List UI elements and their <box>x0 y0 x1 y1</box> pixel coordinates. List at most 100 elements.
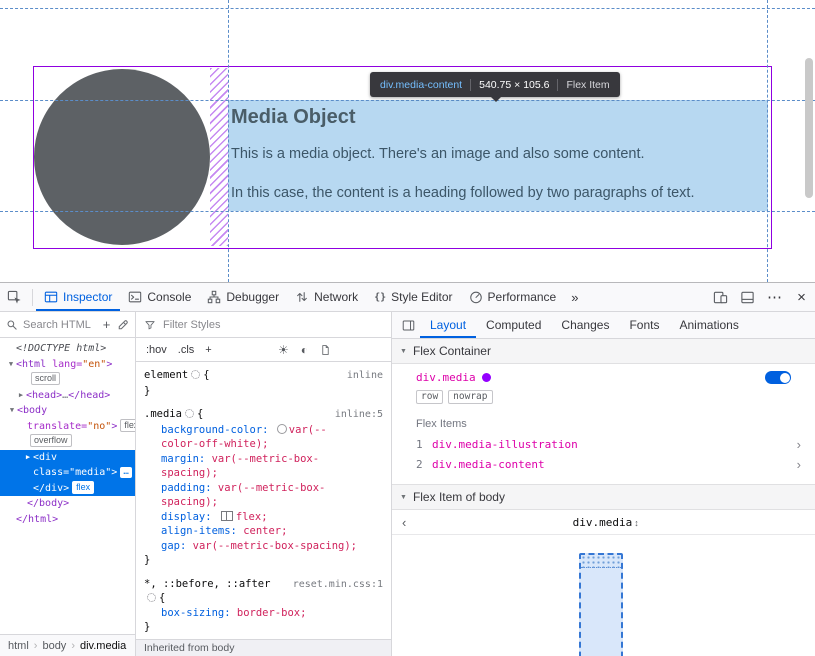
decl-background-color[interactable]: background-color: var(--color-off-white)… <box>161 423 361 452</box>
chevron-right-icon[interactable]: › <box>797 457 801 472</box>
tab-debugger-label: Debugger <box>226 290 279 304</box>
tab-performance[interactable]: Performance <box>461 283 565 311</box>
expand-children-chip[interactable]: … <box>120 467 131 478</box>
flex-container-section-header[interactable]: ▼ Flex Container <box>392 339 815 364</box>
devtools-menu-button[interactable]: ⋯ <box>761 283 788 311</box>
flex-basis-dot-strip <box>581 555 621 568</box>
rule-selector[interactable]: *, ::before, ::after <box>144 578 270 590</box>
selector-highlighter-icon[interactable] <box>191 370 200 379</box>
tab-style-editor[interactable]: {} Style Editor <box>366 283 460 311</box>
node-div-close[interactable]: </div>flex <box>0 481 135 497</box>
search-icon <box>6 319 18 331</box>
node-div-attrs[interactable]: class="media">… <box>0 465 135 481</box>
twisty-down-icon[interactable]: ▼ <box>400 348 407 355</box>
rule-selector[interactable]: .media <box>144 408 182 420</box>
media-illustration-circle <box>34 69 210 245</box>
selector-highlighter-icon[interactable] <box>147 593 156 602</box>
tab-network[interactable]: Network <box>287 283 366 311</box>
responsive-design-mode-button[interactable] <box>707 283 734 311</box>
filter-styles-input[interactable] <box>161 318 383 332</box>
overflow-badge[interactable]: overflow <box>30 434 72 447</box>
flex-gap-hatch <box>210 68 228 246</box>
node-head[interactable]: ▶<head>…</head> <box>0 388 135 404</box>
decl-box-sizing[interactable]: box-sizing: border-box; <box>161 606 361 621</box>
devtools-toolbar: Inspector Console Debugger Network {} St… <box>0 283 815 312</box>
twisty-down-icon[interactable]: ▼ <box>6 357 16 373</box>
selector-highlighter-icon[interactable] <box>185 409 194 418</box>
node-html-open[interactable]: ▼<html lang="en"> <box>0 357 135 373</box>
tabs-overflow-button[interactable]: » <box>564 283 585 311</box>
node-body-attrs[interactable]: translate="no">flex <box>0 419 135 435</box>
tab-console[interactable]: Console <box>120 283 199 311</box>
rule-origin-link[interactable]: inline:5 <box>335 407 383 423</box>
tab-animations[interactable]: Animations <box>669 312 748 338</box>
decl-margin[interactable]: margin: var(--metric-box-spacing); <box>161 452 361 481</box>
node-div-open[interactable]: ▶<div <box>0 450 135 466</box>
chevron-right-icon[interactable]: › <box>797 437 801 452</box>
flex-guide-horizontal-content-top <box>0 100 815 101</box>
breadcrumb-body[interactable]: body <box>42 640 66 652</box>
devtools: Inspector Console Debugger Network {} St… <box>0 282 815 656</box>
eyedropper-button[interactable] <box>117 319 132 331</box>
devtools-panels: + <!DOCTYPE html> ▼<html lang="en"> scro… <box>0 312 815 656</box>
flex-container-selector[interactable]: div.media <box>416 371 476 384</box>
flex-badge[interactable]: flex <box>120 419 135 432</box>
decl-gap[interactable]: gap: var(--metric-box-spacing); <box>161 539 361 554</box>
add-rule-button[interactable]: + <box>201 343 215 357</box>
flex-item-sizing-diagram <box>392 535 815 656</box>
tab-computed[interactable]: Computed <box>476 312 551 338</box>
twisty-down-icon[interactable]: ▼ <box>400 494 407 501</box>
node-body-open[interactable]: ▼<body <box>0 403 135 419</box>
add-node-button[interactable]: + <box>99 317 114 332</box>
selected-node-block[interactable]: ▶<div class="media">… </div>flex <box>0 450 135 497</box>
decl-display[interactable]: display: flex; <box>161 510 361 525</box>
rule-element-inline[interactable]: element{ inline } <box>144 368 383 398</box>
flex-guide-vertical-content-right <box>767 0 768 282</box>
twisty-right-icon[interactable]: ▶ <box>23 450 33 466</box>
scroll-badge[interactable]: scroll <box>31 372 60 385</box>
dark-scheme-button[interactable]: ◐ <box>301 343 308 357</box>
flex-highlighter-toggle[interactable] <box>765 371 791 384</box>
flex-item-selector-dropdown[interactable]: div.media↕ <box>406 516 805 529</box>
rule-reset[interactable]: *, ::before, ::after{ reset.min.css:1 bo… <box>144 577 383 635</box>
updown-icon: ↕ <box>634 518 639 528</box>
page-scrollbar-thumb[interactable] <box>805 58 813 198</box>
tab-changes[interactable]: Changes <box>551 312 619 338</box>
twisty-right-icon[interactable]: ▶ <box>16 388 26 404</box>
toolbar-separator <box>32 289 33 306</box>
tab-inspector[interactable]: Inspector <box>36 283 120 311</box>
tab-inspector-label: Inspector <box>63 290 112 304</box>
twisty-down-icon[interactable]: ▼ <box>7 403 17 419</box>
filter-funnel-icon <box>144 319 156 331</box>
tab-layout[interactable]: Layout <box>420 312 476 338</box>
rule-origin-link[interactable]: inline <box>347 368 383 384</box>
search-html-input[interactable] <box>21 318 96 332</box>
print-simulation-button[interactable] <box>320 344 331 356</box>
decl-padding[interactable]: padding: var(--metric-box-spacing); <box>161 481 361 510</box>
breadcrumb-div-media[interactable]: div.media <box>80 640 126 652</box>
color-swatch[interactable] <box>277 424 287 434</box>
light-scheme-button[interactable]: ☀ <box>278 343 289 357</box>
sidebar-toggle-button[interactable] <box>396 312 420 338</box>
devtools-close-button[interactable]: × <box>788 283 815 311</box>
tab-debugger[interactable]: Debugger <box>199 283 287 311</box>
rule-origin-link[interactable]: reset.min.css:1 <box>293 577 383 593</box>
tab-fonts[interactable]: Fonts <box>619 312 669 338</box>
flex-badge-active[interactable]: flex <box>72 481 94 494</box>
flex-item-row-1[interactable]: 1 div.media-illustration › <box>392 434 815 454</box>
pseudo-class-button[interactable]: :hov <box>142 343 171 357</box>
tab-console-label: Console <box>147 290 191 304</box>
class-toggle-button[interactable]: .cls <box>174 343 199 357</box>
flex-item-row-2[interactable]: 2 div.media-content › <box>392 454 815 474</box>
decl-align-items[interactable]: align-items: center; <box>161 524 361 539</box>
flex-highlighter-icon[interactable] <box>221 511 233 521</box>
node-body-close[interactable]: </body> <box>0 496 135 512</box>
pick-element-button[interactable] <box>0 283 29 311</box>
node-doctype[interactable]: <!DOCTYPE html> <box>0 341 135 357</box>
multiwindow-dock-button[interactable] <box>734 283 761 311</box>
rule-media[interactable]: .media{ inline:5 background-color: var(-… <box>144 407 383 568</box>
flex-item-section-header[interactable]: ▼ Flex Item of body <box>392 484 815 510</box>
breadcrumb-html[interactable]: html <box>8 640 29 652</box>
rule-selector[interactable]: element <box>144 369 188 381</box>
node-html-close[interactable]: </html> <box>0 512 135 528</box>
